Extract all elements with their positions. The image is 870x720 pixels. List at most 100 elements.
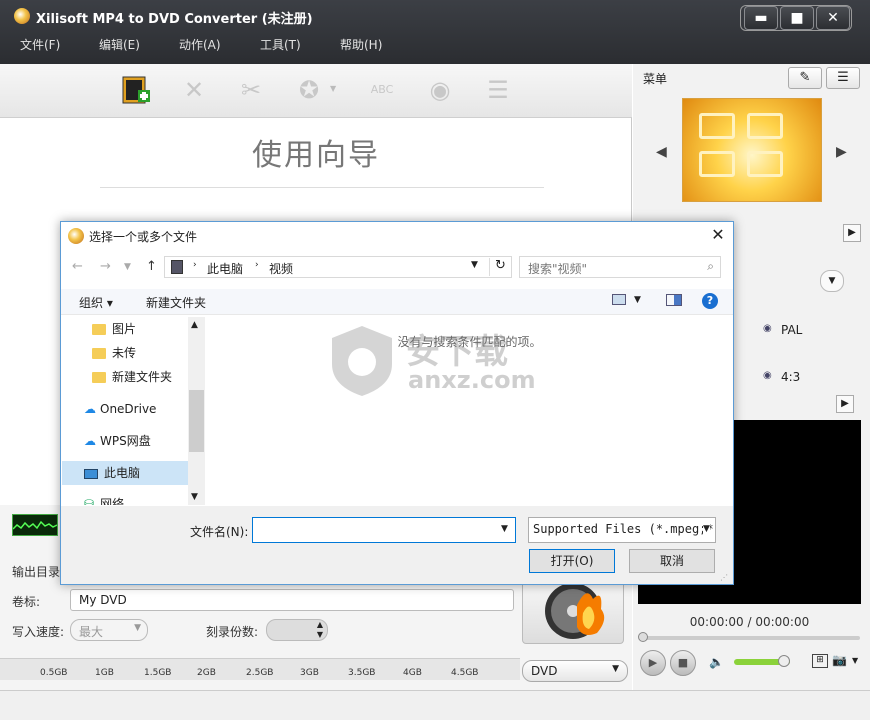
radio-pal[interactable]: ◉ [763, 323, 772, 334]
menu-template-thumbnail[interactable] [682, 98, 822, 202]
prev-template-icon[interactable]: ◀ [656, 144, 667, 160]
disc-type-select[interactable]: DVD ▼ [522, 660, 628, 682]
watermark: 安下载 anxz.com [322, 320, 552, 400]
scale-tick: 1GB [95, 668, 114, 678]
new-folder-button[interactable]: 新建文件夹 [146, 294, 206, 311]
dialog-title: 选择一个或多个文件 [89, 230, 198, 244]
speed-select[interactable]: 最大 ▼ [70, 619, 148, 641]
view-mode-icon[interactable] [612, 294, 626, 305]
menu-tools[interactable]: 工具(T) [260, 36, 301, 53]
chevron-down-icon: ▼ [134, 623, 141, 633]
nav-item-label: 新建文件夹 [112, 370, 173, 384]
stop-icon[interactable]: ■ [670, 650, 696, 676]
breadcrumb-this-pc[interactable]: 此电脑 [207, 260, 243, 277]
address-bar[interactable]: › 此电脑 › 视频 ▼ ↻ [164, 256, 512, 278]
menu-action[interactable]: 动作(A) [179, 36, 221, 53]
view-dropdown-icon[interactable]: ▼ [634, 295, 641, 305]
nav-item-network[interactable]: ⛁ 网络 [84, 494, 124, 505]
add-file-icon[interactable] [120, 74, 152, 106]
filename-label: 文件名(N): [190, 525, 249, 539]
filename-input[interactable] [252, 517, 516, 543]
back-arrow-icon[interactable]: ← [72, 259, 83, 274]
filetype-select[interactable]: Supported Files (*.mpeg;*.m [528, 517, 716, 543]
burn-disc-icon[interactable]: ◉ [424, 74, 456, 106]
forward-arrow-icon[interactable]: → [100, 259, 111, 274]
fullscreen-icon[interactable]: ⊞ [812, 654, 828, 668]
breadcrumb-videos[interactable]: 视频 [269, 260, 293, 277]
dropdown-arrow-icon[interactable]: ▼ [820, 270, 844, 292]
volume-label-input[interactable]: My DVD [70, 589, 514, 611]
refresh-icon[interactable]: ↻ [489, 258, 511, 276]
menu-list-button[interactable]: ☰ [826, 67, 860, 89]
nav-item-this-pc[interactable]: 此电脑 [84, 463, 140, 483]
recent-dropdown-icon[interactable]: ▼ [124, 262, 131, 272]
guide-title: 使用向导 [252, 138, 380, 173]
video-folder-icon [171, 260, 183, 274]
cut-icon[interactable]: ✂ [235, 74, 267, 106]
close-button[interactable]: ✕ [816, 6, 850, 30]
seek-handle[interactable] [638, 632, 648, 642]
subtitle-icon[interactable]: ABC [366, 74, 398, 106]
folder-icon [92, 372, 106, 383]
scroll-up-icon[interactable]: ▲ [191, 320, 198, 330]
disc-type-value: DVD [531, 664, 558, 678]
next-template-icon[interactable]: ▶ [836, 144, 847, 160]
search-input[interactable]: 搜索"视频" ⌕ [519, 256, 721, 278]
resize-grip-icon[interactable]: ⋰ [720, 573, 728, 582]
chevron-down-icon[interactable]: ▼ [471, 260, 478, 270]
menu-edit[interactable]: 编辑(E) [99, 36, 140, 53]
volume-handle[interactable] [778, 655, 790, 667]
menu-file[interactable]: 文件(F) [20, 36, 60, 53]
breadcrumb-separator-icon: › [193, 260, 197, 270]
cloud-outline-icon: ☁ [84, 434, 96, 448]
help-icon[interactable]: ? [702, 293, 718, 309]
nav-item-label: OneDrive [100, 402, 157, 416]
minimize-button[interactable]: ▬ [744, 6, 778, 30]
menu-help[interactable]: 帮助(H) [340, 36, 382, 53]
dialog-close-button[interactable]: ✕ [706, 224, 730, 246]
scale-tick: 2GB [197, 668, 216, 678]
scroll-down-icon[interactable]: ▼ [191, 492, 198, 502]
nav-item-pictures[interactable]: 图片 [92, 319, 136, 339]
maximize-button[interactable]: ■ [780, 6, 814, 30]
nav-item-unuploaded[interactable]: 未传 [92, 343, 136, 363]
list-icon[interactable]: ☰ [482, 74, 514, 106]
effects-icon[interactable]: ✪ [293, 74, 325, 106]
edit-menu-button[interactable]: ✎ [788, 67, 822, 89]
nav-item-new-folder[interactable]: 新建文件夹 [92, 367, 172, 387]
cancel-button[interactable]: 取消 [629, 549, 715, 573]
scale-tick: 4GB [403, 668, 422, 678]
dialog-app-icon [68, 228, 84, 244]
filetype-dropdown-icon[interactable]: ▼ [703, 524, 710, 534]
app-logo-icon [14, 8, 30, 24]
snapshot-icon[interactable]: 📷 [832, 653, 847, 667]
speed-label: 写入速度: [12, 625, 65, 639]
nav-item-label: WPS网盘 [100, 434, 151, 448]
effects-dropdown-icon[interactable]: ▼ [330, 84, 336, 93]
nav-item-label: 此电脑 [104, 466, 141, 480]
open-button[interactable]: 打开(O) [529, 549, 615, 573]
expand-icon[interactable]: ▶ [836, 395, 854, 413]
scale-tick: 0.5GB [40, 668, 68, 678]
radio-4-3[interactable]: ◉ [763, 370, 772, 381]
copies-stepper[interactable]: ▲ ▼ [266, 619, 328, 641]
snapshot-dropdown-icon[interactable]: ▼ [852, 656, 858, 665]
folder-icon [92, 324, 106, 335]
expand-icon[interactable]: ▶ [843, 224, 861, 242]
nav-item-wps[interactable]: ☁ WPS网盘 [84, 431, 151, 451]
nav-item-onedrive[interactable]: ☁ OneDrive [84, 399, 156, 419]
delete-icon[interactable]: ✕ [178, 74, 210, 106]
organize-button[interactable]: 组织 ▾ [79, 294, 113, 311]
play-icon[interactable]: ▶ [640, 650, 666, 676]
volume-icon[interactable]: 🔈 [709, 655, 724, 669]
preview-pane-icon[interactable] [666, 294, 682, 306]
menu-label: 菜单 [643, 72, 668, 86]
level-meter [12, 514, 58, 536]
filename-dropdown-icon[interactable]: ▼ [501, 524, 508, 534]
scale-tick: 4.5GB [451, 668, 479, 678]
up-arrow-icon[interactable]: ↑ [146, 259, 157, 274]
stepper-arrows-icon[interactable]: ▲ ▼ [317, 620, 323, 640]
nav-scroll-thumb[interactable] [189, 390, 204, 452]
search-icon: ⌕ [707, 259, 714, 273]
seek-bar[interactable] [640, 636, 860, 640]
